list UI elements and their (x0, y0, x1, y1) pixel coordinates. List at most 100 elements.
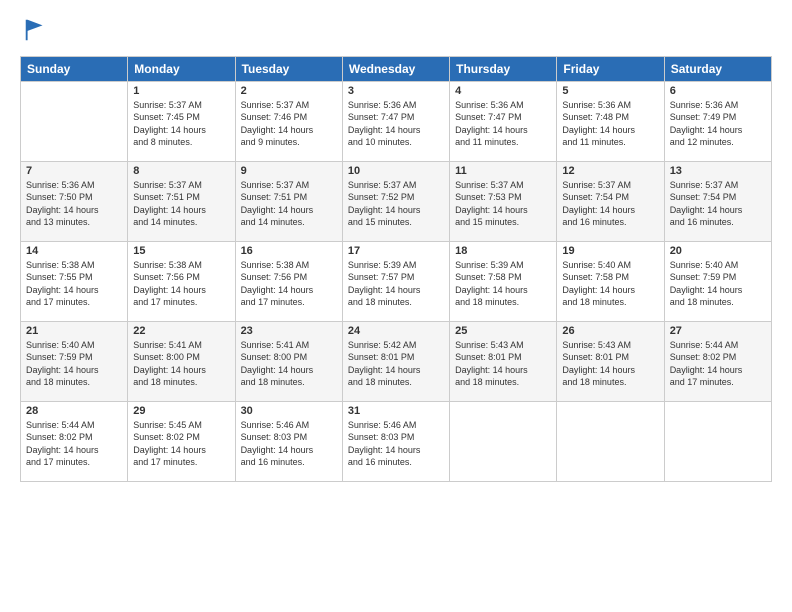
weekday-header-sunday: Sunday (21, 56, 128, 81)
calendar-cell: 4 Sunrise: 5:36 AMSunset: 7:47 PMDaylight… (450, 81, 557, 161)
day-info: Sunrise: 5:43 AMSunset: 8:01 PMDaylight:… (455, 339, 551, 389)
calendar-cell (21, 81, 128, 161)
calendar-cell: 15Sunrise: 5:38 AMSunset: 7:56 PMDayligh… (128, 241, 235, 321)
day-number: 8 (133, 165, 229, 177)
page: SundayMondayTuesdayWednesdayThursdayFrid… (0, 0, 792, 612)
day-info: Sunrise: 5:36 AMSunset: 7:47 PMDaylight:… (348, 99, 444, 149)
calendar-cell: 17 Sunrise: 5:39 AMSunset: 7:57 PMDayligh… (342, 241, 449, 321)
calendar-cell: 28 Sunrise: 5:44 AMSunset: 8:02 PMDayligh… (21, 401, 128, 481)
day-number: 30 (241, 405, 337, 417)
week-row-5: 28 Sunrise: 5:44 AMSunset: 8:02 PMDayligh… (21, 401, 772, 481)
day-number: 16 (241, 245, 337, 257)
day-info: Sunrise: 5:37 AMSunset: 7:52 PMDaylight:… (348, 179, 444, 229)
day-number: 13 (670, 165, 766, 177)
day-number: 24 (348, 325, 444, 337)
day-number: 28 (26, 405, 122, 417)
day-number: 12 (562, 165, 658, 177)
calendar-cell: 30 Sunrise: 5:46 AMSunset: 8:03 PMDayligh… (235, 401, 342, 481)
day-info: Sunrise: 5:37 AMSunset: 7:53 PMDaylight:… (455, 179, 551, 229)
calendar-cell: 14 Sunrise: 5:38 AMSunset: 7:55 PMDayligh… (21, 241, 128, 321)
day-info: Sunrise: 5:36 AMSunset: 7:48 PMDaylight:… (562, 99, 658, 149)
calendar: SundayMondayTuesdayWednesdayThursdayFrid… (20, 56, 772, 482)
day-info: Sunrise: 5:37 AMSunset: 7:51 PMDaylight:… (241, 179, 337, 229)
calendar-cell (450, 401, 557, 481)
weekday-header-row: SundayMondayTuesdayWednesdayThursdayFrid… (21, 56, 772, 81)
logo (20, 16, 50, 50)
day-info: Sunrise: 5:37 AMSunset: 7:54 PMDaylight:… (670, 179, 766, 229)
day-info: Sunrise: 5:36 AMSunset: 7:50 PMDaylight:… (26, 179, 122, 229)
day-info: Sunrise: 5:39 AMSunset: 7:58 PMDaylight:… (455, 259, 551, 309)
calendar-cell: 21 Sunrise: 5:40 AMSunset: 7:59 PMDayligh… (21, 321, 128, 401)
calendar-cell (557, 401, 664, 481)
day-info: Sunrise: 5:38 AMSunset: 7:56 PMDaylight:… (241, 259, 337, 309)
day-info: Sunrise: 5:37 AMSunset: 7:46 PMDaylight:… (241, 99, 337, 149)
day-info: Sunrise: 5:42 AMSunset: 8:01 PMDaylight:… (348, 339, 444, 389)
calendar-cell: 12 Sunrise: 5:37 AMSunset: 7:54 PMDayligh… (557, 161, 664, 241)
logo-text (20, 16, 50, 50)
weekday-header-wednesday: Wednesday (342, 56, 449, 81)
weekday-header-thursday: Thursday (450, 56, 557, 81)
day-number: 10 (348, 165, 444, 177)
calendar-cell: 26Sunrise: 5:43 AMSunset: 8:01 PMDayligh… (557, 321, 664, 401)
day-number: 21 (26, 325, 122, 337)
week-row-4: 21 Sunrise: 5:40 AMSunset: 7:59 PMDayligh… (21, 321, 772, 401)
calendar-cell: 25Sunrise: 5:43 AMSunset: 8:01 PMDayligh… (450, 321, 557, 401)
calendar-cell: 8 Sunrise: 5:37 AMSunset: 7:51 PMDaylight… (128, 161, 235, 241)
day-number: 15 (133, 245, 229, 257)
day-number: 22 (133, 325, 229, 337)
calendar-cell: 18 Sunrise: 5:39 AMSunset: 7:58 PMDayligh… (450, 241, 557, 321)
calendar-cell: 29 Sunrise: 5:45 AMSunset: 8:02 PMDayligh… (128, 401, 235, 481)
day-info: Sunrise: 5:44 AMSunset: 8:02 PMDaylight:… (670, 339, 766, 389)
calendar-cell: 5 Sunrise: 5:36 AMSunset: 7:48 PMDaylight… (557, 81, 664, 161)
day-info: Sunrise: 5:41 AMSunset: 8:00 PMDaylight:… (133, 339, 229, 389)
day-info: Sunrise: 5:38 AMSunset: 7:55 PMDaylight:… (26, 259, 122, 309)
day-info: Sunrise: 5:40 AMSunset: 7:58 PMDaylight:… (562, 259, 658, 309)
day-info: Sunrise: 5:37 AMSunset: 7:45 PMDaylight:… (133, 99, 229, 149)
day-info: Sunrise: 5:37 AMSunset: 7:51 PMDaylight:… (133, 179, 229, 229)
day-info: Sunrise: 5:40 AMSunset: 7:59 PMDaylight:… (26, 339, 122, 389)
day-number: 20 (670, 245, 766, 257)
calendar-cell: 22 Sunrise: 5:41 AMSunset: 8:00 PMDayligh… (128, 321, 235, 401)
day-number: 1 (133, 85, 229, 97)
day-number: 6 (670, 85, 766, 97)
logo-flag-icon (22, 16, 50, 44)
calendar-cell: 1 Sunrise: 5:37 AMSunset: 7:45 PMDaylight… (128, 81, 235, 161)
day-number: 31 (348, 405, 444, 417)
calendar-cell: 9 Sunrise: 5:37 AMSunset: 7:51 PMDaylight… (235, 161, 342, 241)
day-info: Sunrise: 5:46 AMSunset: 8:03 PMDaylight:… (348, 419, 444, 469)
calendar-cell (664, 401, 771, 481)
day-number: 11 (455, 165, 551, 177)
day-number: 9 (241, 165, 337, 177)
calendar-cell: 6 Sunrise: 5:36 AMSunset: 7:49 PMDaylight… (664, 81, 771, 161)
day-info: Sunrise: 5:45 AMSunset: 8:02 PMDaylight:… (133, 419, 229, 469)
day-number: 2 (241, 85, 337, 97)
day-info: Sunrise: 5:41 AMSunset: 8:00 PMDaylight:… (241, 339, 337, 389)
day-number: 18 (455, 245, 551, 257)
day-number: 17 (348, 245, 444, 257)
week-row-1: 1 Sunrise: 5:37 AMSunset: 7:45 PMDaylight… (21, 81, 772, 161)
day-info: Sunrise: 5:40 AMSunset: 7:59 PMDaylight:… (670, 259, 766, 309)
day-info: Sunrise: 5:46 AMSunset: 8:03 PMDaylight:… (241, 419, 337, 469)
calendar-cell: 2 Sunrise: 5:37 AMSunset: 7:46 PMDaylight… (235, 81, 342, 161)
day-number: 29 (133, 405, 229, 417)
day-info: Sunrise: 5:44 AMSunset: 8:02 PMDaylight:… (26, 419, 122, 469)
day-info: Sunrise: 5:36 AMSunset: 7:47 PMDaylight:… (455, 99, 551, 149)
day-number: 27 (670, 325, 766, 337)
weekday-header-tuesday: Tuesday (235, 56, 342, 81)
day-info: Sunrise: 5:39 AMSunset: 7:57 PMDaylight:… (348, 259, 444, 309)
day-info: Sunrise: 5:37 AMSunset: 7:54 PMDaylight:… (562, 179, 658, 229)
day-number: 14 (26, 245, 122, 257)
day-number: 4 (455, 85, 551, 97)
day-info: Sunrise: 5:43 AMSunset: 8:01 PMDaylight:… (562, 339, 658, 389)
day-number: 5 (562, 85, 658, 97)
calendar-cell: 24 Sunrise: 5:42 AMSunset: 8:01 PMDayligh… (342, 321, 449, 401)
week-row-2: 7 Sunrise: 5:36 AMSunset: 7:50 PMDaylight… (21, 161, 772, 241)
calendar-cell: 3Sunrise: 5:36 AMSunset: 7:47 PMDaylight… (342, 81, 449, 161)
weekday-header-saturday: Saturday (664, 56, 771, 81)
day-number: 7 (26, 165, 122, 177)
day-info: Sunrise: 5:36 AMSunset: 7:49 PMDaylight:… (670, 99, 766, 149)
calendar-cell: 13 Sunrise: 5:37 AMSunset: 7:54 PMDayligh… (664, 161, 771, 241)
calendar-cell: 31 Sunrise: 5:46 AMSunset: 8:03 PMDayligh… (342, 401, 449, 481)
calendar-cell: 7 Sunrise: 5:36 AMSunset: 7:50 PMDaylight… (21, 161, 128, 241)
header (20, 16, 772, 50)
